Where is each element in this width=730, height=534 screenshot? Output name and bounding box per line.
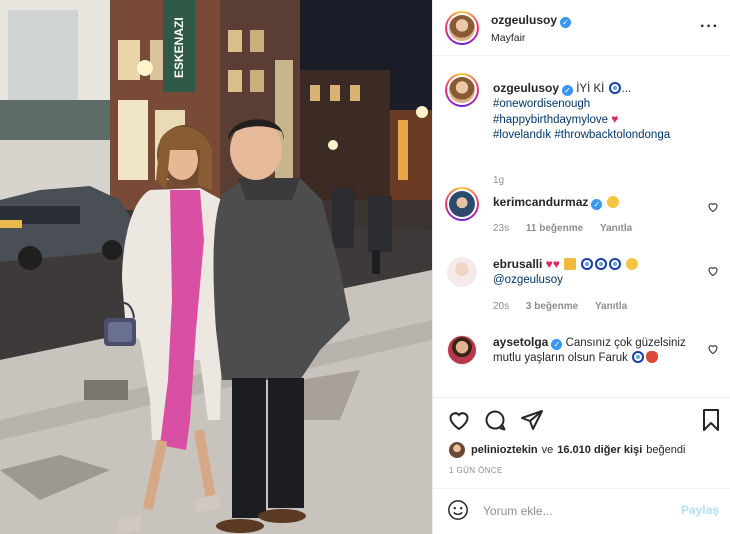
heart-eyes-emoji-icon — [606, 196, 619, 208]
hands-emoji-icon — [564, 258, 577, 270]
comment-meta: 23s 11 beğenme Yanıtla — [493, 223, 646, 234]
likes-summary: pelinioztekin ve 16.010 diğer kişi beğen… — [449, 442, 685, 458]
heart-icon[interactable] — [447, 408, 471, 432]
hashtag[interactable]: #happybirthdaymylove — [493, 114, 608, 126]
caption-intro: İYİ Kİ — [576, 83, 605, 95]
caption: ozgeulusoy ✓ İYİ Kİ ... #onewordisenough … — [445, 73, 719, 186]
comment-like-heart-icon[interactable] — [707, 201, 719, 213]
caption-text: ozgeulusoy ✓ İYİ Kİ ... #onewordisenough … — [493, 81, 671, 141]
likes-connector: ve — [541, 444, 554, 456]
red-heart-icon: ♥ — [552, 257, 560, 271]
comment-list: ozgeulusoy ✓ İYİ Kİ ... #onewordisenough … — [433, 57, 730, 397]
bookmark-icon[interactable] — [699, 408, 723, 432]
liker-avatar[interactable] — [449, 442, 465, 458]
post-photo[interactable]: ESKENAZI — [0, 0, 432, 534]
evil-eye-icon — [609, 258, 622, 270]
comment-meta: 20s 3 beğenme Yanıtla — [493, 301, 641, 312]
comment-time[interactable]: 23s — [493, 223, 509, 234]
share-icon[interactable] — [520, 408, 544, 432]
evil-eye-icon — [595, 258, 608, 270]
reply-button[interactable]: Yanıtla — [595, 301, 627, 312]
commenter-username[interactable]: kerimcandurmaz — [493, 195, 588, 209]
comment-text: ebrusalli ♥♥ @ozgeulusoy — [493, 257, 693, 288]
author-info: ozgeulusoy ✓ Mayfair — [491, 13, 572, 44]
comment-item: ebrusalli ♥♥ @ozgeulusoy 20s 3 beğenme Y… — [445, 255, 719, 315]
street-scene: ESKENAZI — [0, 0, 432, 534]
post-location[interactable]: Mayfair — [491, 32, 571, 44]
caption-meta: 1g — [493, 175, 518, 186]
hashtag[interactable]: #lovelandık — [493, 129, 551, 141]
red-heart-icon: ♥ — [545, 257, 553, 271]
comment-item: aysetolga ✓ Cansınız çok güzelsiniz mutlu… — [445, 333, 719, 393]
post-panel: ozgeulusoy ✓ Mayfair ··· ozgeulusoy ✓ İYİ … — [432, 0, 730, 534]
evil-eye-icon — [608, 82, 621, 94]
comment-icon[interactable] — [483, 408, 507, 432]
rose-emoji-icon — [646, 351, 659, 363]
comment-like-heart-icon[interactable] — [707, 265, 719, 277]
add-comment-bar: Paylaş — [433, 488, 730, 532]
commenter-username[interactable]: ebrusalli — [493, 257, 542, 271]
verified-icon: ✓ — [551, 339, 563, 350]
hashtag[interactable]: #throwbacktolondonga — [554, 129, 670, 141]
caption-username[interactable]: ozgeulusoy — [493, 81, 559, 95]
hashtag[interactable]: #onewordisenough — [493, 98, 590, 110]
post-time[interactable]: 1 GÜN ÖNCE — [449, 466, 503, 475]
post-comment-button[interactable]: Paylaş — [681, 503, 719, 517]
verified-icon: ✓ — [591, 199, 603, 210]
mention[interactable]: @ozgeulusoy — [493, 274, 563, 286]
commenter-avatar[interactable] — [447, 335, 477, 365]
commenter-avatar[interactable] — [445, 187, 479, 221]
more-horizontal-icon[interactable]: ··· — [700, 18, 719, 36]
likes-count[interactable]: 16.010 diğer kişi — [557, 444, 642, 456]
comment-input[interactable] — [483, 501, 663, 521]
post-actions: pelinioztekin ve 16.010 diğer kişi beğen… — [433, 397, 730, 527]
comment-text: aysetolga ✓ Cansınız çok güzelsiniz mutlu… — [493, 335, 693, 366]
reply-button[interactable]: Yanıtla — [600, 223, 632, 234]
liker-username[interactable]: pelinioztekin — [471, 444, 538, 456]
comment-text: kerimcandurmaz ✓ — [493, 195, 693, 211]
caption-avatar[interactable] — [445, 73, 479, 107]
commenter-avatar[interactable] — [447, 257, 477, 287]
commenter-username[interactable]: aysetolga — [493, 335, 548, 349]
post-header: ozgeulusoy ✓ Mayfair ··· — [433, 0, 730, 56]
caption-time[interactable]: 1g — [493, 175, 504, 186]
comment-item: kerimcandurmaz ✓ 23s 11 beğenme Yanıtla — [445, 187, 719, 237]
verified-icon: ✓ — [562, 85, 574, 96]
evil-eye-icon — [581, 258, 594, 270]
emoji-smile-icon[interactable] — [447, 499, 469, 521]
hug-emoji-icon — [626, 258, 639, 270]
verified-icon: ✓ — [560, 17, 572, 28]
evil-eye-icon — [632, 351, 645, 363]
comment-likes[interactable]: 3 beğenme — [526, 301, 578, 312]
comment-likes[interactable]: 11 beğenme — [526, 223, 583, 234]
shop-sign-text: ESKENAZI — [172, 17, 186, 78]
author-username[interactable]: ozgeulusoy — [491, 13, 557, 27]
likes-suffix: beğendi — [646, 444, 686, 456]
author-avatar[interactable] — [445, 11, 479, 45]
comment-like-heart-icon[interactable] — [707, 343, 719, 355]
comment-time[interactable]: 20s — [493, 301, 509, 312]
red-heart-icon: ♥ — [611, 112, 619, 126]
